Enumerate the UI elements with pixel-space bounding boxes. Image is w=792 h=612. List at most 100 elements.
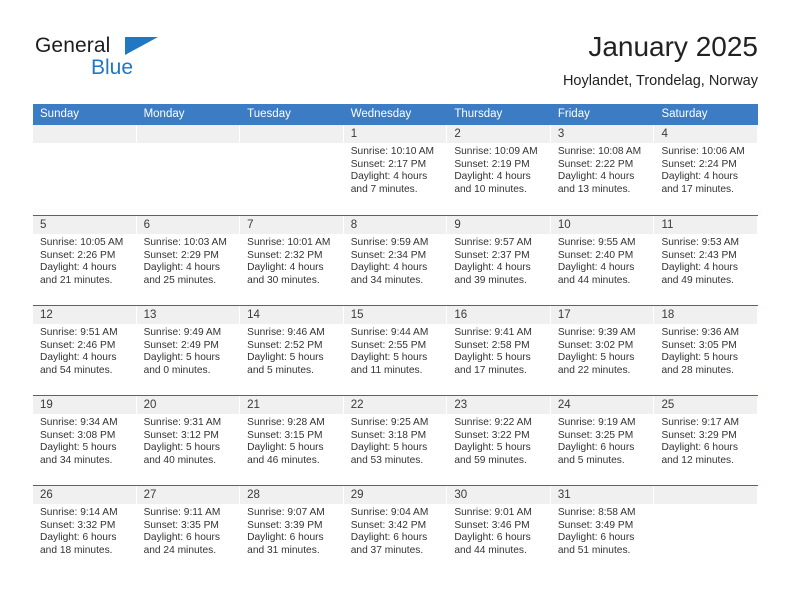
day-detail-line: Daylight: 6 hours <box>143 532 221 544</box>
day-cell[interactable]: 5 Sunrise: 10:05 AM Sunset: 2:26 PM Dayligh… <box>33 216 137 305</box>
day-cell[interactable]: 9 Sunrise: 9:57 AM Sunset: 2:37 PM Daylight… <box>447 216 551 305</box>
day-cell[interactable]: 27 Sunrise: 9:11 AM Sunset: 3:35 PM Dayligh… <box>136 486 241 575</box>
day-detail-line: Sunset: 2:22 PM <box>557 158 634 170</box>
day-cell[interactable]: 15 Sunrise: 9:44 AM Sunset: 2:55 PM Dayligh… <box>343 306 448 395</box>
day-detail-line: Sunset: 3:32 PM <box>40 519 116 531</box>
day-detail-line: Sunset: 2:43 PM <box>661 249 737 261</box>
day-cell-empty <box>33 125 137 215</box>
day-cell[interactable]: 16 Sunrise: 9:41 AM Sunset: 2:58 PM Dayligh… <box>447 306 551 395</box>
day-detail-line: Daylight: 5 hours <box>350 442 428 454</box>
day-cell[interactable]: 14 Sunrise: 9:46 AM Sunset: 2:52 PM Dayligh… <box>240 306 344 395</box>
day-detail-line: and 49 minutes. <box>661 274 734 286</box>
day-number-band <box>654 486 759 504</box>
day-cell[interactable]: 28 Sunrise: 9:07 AM Sunset: 3:39 PM Dayligh… <box>240 486 344 575</box>
day-cell[interactable]: 25 Sunrise: 9:17 AM Sunset: 3:29 PM Dayligh… <box>654 396 759 485</box>
day-detail-line: Sunset: 2:24 PM <box>661 158 737 170</box>
day-cell[interactable]: 1 Sunrise: 10:10 AM Sunset: 2:17 PM Dayligh… <box>343 125 448 215</box>
day-detail-line: Daylight: 4 hours <box>40 262 117 274</box>
day-detail-line: Sunset: 3:05 PM <box>661 339 737 351</box>
week-row: 12 Sunrise: 9:51 AM Sunset: 2:46 PM Dayligh… <box>33 305 759 395</box>
day-cell[interactable]: 22 Sunrise: 9:25 AM Sunset: 3:18 PM Dayligh… <box>343 396 448 485</box>
day-detail-line: Sunset: 2:52 PM <box>247 339 323 351</box>
day-detail-line: Sunset: 2:29 PM <box>143 249 219 261</box>
day-details <box>137 143 241 146</box>
day-cell[interactable]: 13 Sunrise: 9:49 AM Sunset: 2:49 PM Dayligh… <box>136 306 241 395</box>
day-detail-line: Daylight: 5 hours <box>557 352 635 364</box>
day-cell[interactable]: 12 Sunrise: 9:51 AM Sunset: 2:46 PM Dayligh… <box>33 306 137 395</box>
day-detail-line: and 46 minutes. <box>247 454 320 466</box>
day-detail-line: Sunrise: 9:51 AM <box>40 327 118 338</box>
day-detail-line: Sunrise: 9:17 AM <box>661 417 740 428</box>
day-detail-line: Daylight: 4 hours <box>454 171 531 183</box>
page-header: General Blue January 2025 Hoylandet, Tro… <box>33 30 758 98</box>
day-cell[interactable]: 23 Sunrise: 9:22 AM Sunset: 3:22 PM Dayligh… <box>447 396 551 485</box>
day-detail-line: and 22 minutes. <box>557 364 631 376</box>
day-number: 15 <box>350 309 364 321</box>
day-detail-line: Daylight: 4 hours <box>557 171 635 183</box>
calendar-grid: Sunday Monday Tuesday Wednesday Thursday Frid… <box>33 104 759 575</box>
week-row: 26 Sunrise: 9:14 AM Sunset: 3:32 PM Dayligh… <box>33 485 759 575</box>
day-details: Sunrise: 9:04 AM Sunset: 3:42 PM Daylight:… <box>344 504 448 557</box>
day-number: 13 <box>143 309 157 321</box>
day-detail-line: and 7 minutes. <box>350 183 418 195</box>
day-detail-line: Daylight: 5 hours <box>454 352 531 364</box>
day-number-band: 10 <box>550 216 655 234</box>
day-cell[interactable]: 10 Sunrise: 9:55 AM Sunset: 2:40 PM Dayligh… <box>550 216 655 305</box>
day-detail-line: Sunset: 2:26 PM <box>40 249 116 261</box>
day-cell[interactable]: 2 Sunrise: 10:09 AM Sunset: 2:19 PM Dayligh… <box>447 125 551 215</box>
day-cell[interactable]: 20 Sunrise: 9:31 AM Sunset: 3:12 PM Dayligh… <box>136 396 241 485</box>
day-detail-line: and 31 minutes. <box>247 544 320 556</box>
day-cell[interactable]: 26 Sunrise: 9:14 AM Sunset: 3:32 PM Dayligh… <box>33 486 137 575</box>
day-details: Sunrise: 9:59 AM Sunset: 2:34 PM Daylight:… <box>344 234 448 287</box>
day-detail-line: Daylight: 6 hours <box>454 532 531 544</box>
day-cell[interactable]: 31 Sunrise: 8:58 AM Sunset: 3:49 PM Dayligh… <box>550 486 655 575</box>
day-detail-line: and 5 minutes. <box>557 454 625 466</box>
day-details <box>240 143 344 146</box>
day-cell[interactable]: 18 Sunrise: 9:36 AM Sunset: 3:05 PM Dayligh… <box>654 306 759 395</box>
day-cell[interactable]: 4 Sunrise: 10:06 AM Sunset: 2:24 PM Dayligh… <box>654 125 759 215</box>
day-detail-line: Sunset: 3:29 PM <box>661 429 737 441</box>
day-detail-line: Daylight: 4 hours <box>557 262 635 274</box>
day-number: 6 <box>143 219 150 231</box>
day-details: Sunrise: 9:55 AM Sunset: 2:40 PM Daylight:… <box>551 234 655 287</box>
day-details: Sunrise: 10:10 AM Sunset: 2:17 PM Daylight… <box>344 143 448 196</box>
day-detail-line: Sunset: 3:25 PM <box>557 429 634 441</box>
day-cell[interactable]: 24 Sunrise: 9:19 AM Sunset: 3:25 PM Dayligh… <box>550 396 655 485</box>
day-details: Sunrise: 10:03 AM Sunset: 2:29 PM Daylight… <box>137 234 241 287</box>
day-detail-line: Sunset: 3:39 PM <box>247 519 323 531</box>
day-cell[interactable]: 30 Sunrise: 9:01 AM Sunset: 3:46 PM Dayligh… <box>447 486 551 575</box>
day-cell[interactable]: 17 Sunrise: 9:39 AM Sunset: 3:02 PM Dayligh… <box>550 306 655 395</box>
day-cell[interactable]: 8 Sunrise: 9:59 AM Sunset: 2:34 PM Daylight… <box>343 216 448 305</box>
day-detail-line: Sunset: 3:18 PM <box>350 429 427 441</box>
day-detail-line: Sunrise: 9:07 AM <box>247 507 325 518</box>
day-detail-line: Sunrise: 10:09 AM <box>454 146 538 157</box>
day-cell[interactable]: 7 Sunrise: 10:01 AM Sunset: 2:32 PM Dayligh… <box>240 216 344 305</box>
day-detail-line: Sunrise: 9:46 AM <box>247 327 325 338</box>
day-number-band: 3 <box>550 125 655 143</box>
day-number-band: 17 <box>550 306 655 324</box>
day-details: Sunrise: 10:01 AM Sunset: 2:32 PM Daylight… <box>240 234 344 287</box>
day-detail-line: Sunrise: 10:03 AM <box>143 237 227 248</box>
day-detail-line: and 51 minutes. <box>557 544 631 556</box>
day-detail-line: Sunset: 3:42 PM <box>350 519 427 531</box>
day-number-band: 20 <box>136 396 241 414</box>
day-detail-line: Sunset: 2:55 PM <box>350 339 427 351</box>
day-number-band: 9 <box>447 216 551 234</box>
day-detail-line: Daylight: 4 hours <box>143 262 221 274</box>
day-cell[interactable]: 3 Sunrise: 10:08 AM Sunset: 2:22 PM Dayligh… <box>550 125 655 215</box>
day-detail-line: Sunrise: 9:49 AM <box>143 327 222 338</box>
day-detail-line: and 44 minutes. <box>557 274 631 286</box>
day-cell[interactable]: 11 Sunrise: 9:53 AM Sunset: 2:43 PM Dayligh… <box>654 216 759 305</box>
day-cell[interactable]: 29 Sunrise: 9:04 AM Sunset: 3:42 PM Dayligh… <box>343 486 448 575</box>
day-detail-line: Sunrise: 9:34 AM <box>40 417 118 428</box>
day-cell[interactable]: 6 Sunrise: 10:03 AM Sunset: 2:29 PM Dayligh… <box>136 216 241 305</box>
day-details: Sunrise: 9:28 AM Sunset: 3:15 PM Daylight:… <box>240 414 344 467</box>
day-detail-line: Sunrise: 9:11 AM <box>143 507 221 518</box>
day-number: 23 <box>454 399 468 411</box>
day-number-band: 28 <box>240 486 344 504</box>
day-detail-line: Daylight: 6 hours <box>557 532 635 544</box>
day-detail-line: and 11 minutes. <box>350 364 423 376</box>
day-cell[interactable]: 19 Sunrise: 9:34 AM Sunset: 3:08 PM Dayligh… <box>33 396 137 485</box>
day-cell[interactable]: 21 Sunrise: 9:28 AM Sunset: 3:15 PM Dayligh… <box>240 396 344 485</box>
day-detail-line: Sunrise: 9:04 AM <box>350 507 429 518</box>
